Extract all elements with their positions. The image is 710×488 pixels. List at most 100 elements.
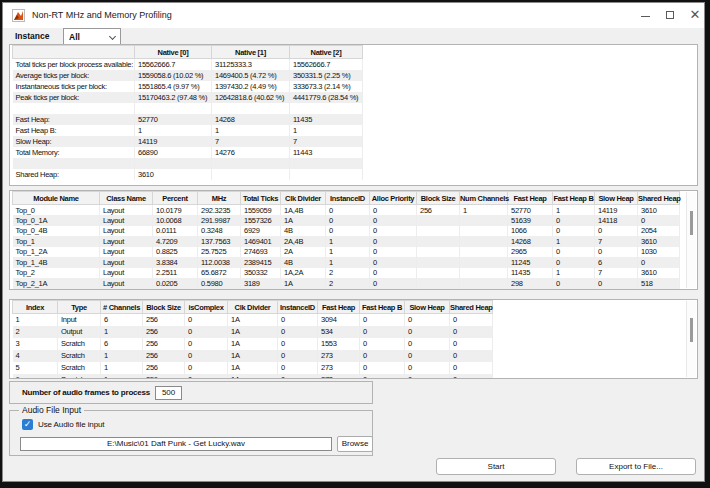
- table-row[interactable]: Fast Heap B:111: [13, 125, 363, 136]
- cell: 0: [370, 278, 417, 289]
- cell: 0: [638, 215, 680, 226]
- cell: Scratch: [58, 374, 101, 380]
- table-row[interactable]: [13, 158, 363, 169]
- column-header: Fast Heap: [318, 301, 360, 314]
- column-header: Clk Divider: [281, 192, 326, 205]
- table-row[interactable]: 3Scratch625601A01553000: [13, 338, 493, 350]
- cell: 1557326: [241, 215, 281, 226]
- cell: [460, 268, 508, 279]
- cell: 0: [278, 338, 318, 350]
- column-header: Clk Divider: [228, 301, 278, 314]
- cell: 7: [595, 236, 638, 247]
- scrollbar-thumb[interactable]: [690, 318, 693, 342]
- cell: Layout: [100, 278, 153, 289]
- cell: 6: [101, 338, 143, 350]
- use-audio-file-checkbox[interactable]: ✓: [22, 419, 33, 430]
- cell: 0: [185, 350, 228, 362]
- cell: 0: [360, 374, 405, 380]
- table-row[interactable]: Shared Heap:3610: [13, 169, 363, 180]
- app-icon: [12, 9, 25, 22]
- column-header: Native [0]: [135, 46, 212, 59]
- cell: Top_2_1A: [13, 278, 100, 289]
- maximize-button[interactable]: [657, 3, 683, 28]
- table-row[interactable]: 1Input625601A03094000: [13, 314, 493, 326]
- table-row[interactable]: Instantaneous ticks per block:1551865.4 …: [13, 81, 363, 92]
- cell: 0: [185, 326, 228, 338]
- table-row[interactable]: Top_0_4BLayout0.01110.324869294B00106600…: [13, 226, 680, 237]
- cell: 0: [370, 236, 417, 247]
- table-row[interactable]: Average ticks per block:1559058.6 (10.02…: [13, 70, 363, 81]
- cell: 1A: [281, 278, 326, 289]
- cell: 1A,2A: [281, 268, 326, 279]
- cell: 2A,4B: [281, 236, 326, 247]
- audio-file-path-input[interactable]: E:\Music\01 Daft Punk - Get Lucky.wav: [20, 437, 332, 451]
- cell: 52770: [135, 114, 212, 125]
- cell: 0: [405, 362, 450, 374]
- cell: 0: [450, 374, 493, 380]
- table-row[interactable]: Top_0Layout10.0179292.323515590591A,4B00…: [13, 205, 680, 216]
- table-row[interactable]: Top_1Layout4.7209137.756314694012A,4B101…: [13, 236, 680, 247]
- cell: 3094: [318, 314, 360, 326]
- table-row[interactable]: 6Scratch125601A0273000: [13, 374, 493, 380]
- table-row[interactable]: 4Scratch125601A0273000: [13, 350, 493, 362]
- cell: 6: [595, 257, 638, 268]
- table-row[interactable]: 5Scratch125601A0273000: [13, 362, 493, 374]
- table-row[interactable]: Slow Heap:1411977: [13, 136, 363, 147]
- table-header-row: Native [0]Native [1]Native [2]: [13, 46, 363, 59]
- start-button[interactable]: Start: [436, 458, 556, 475]
- column-header: Native [2]: [290, 46, 363, 59]
- cell: 1A: [228, 362, 278, 374]
- cell: 0.0111: [153, 226, 198, 237]
- table-row[interactable]: Peak ticks per block:15170463.2 (97.48 %…: [13, 92, 363, 103]
- browse-button[interactable]: Browse: [337, 436, 373, 452]
- table-row[interactable]: Top_2_1ALayout0.02050.598031891A20298005…: [13, 278, 680, 289]
- cell: 1: [326, 236, 370, 247]
- cell: 256: [143, 362, 185, 374]
- cell: 0: [326, 215, 370, 226]
- cell: Output: [58, 326, 101, 338]
- cell: 14268: [212, 114, 290, 125]
- cell: 1: [101, 350, 143, 362]
- column-header: Fast Heap B: [553, 192, 595, 205]
- cell: 1066: [508, 226, 553, 237]
- cell: 0: [370, 247, 417, 258]
- table-row[interactable]: Fast Heap:527701426811435: [13, 114, 363, 125]
- cell: Layout: [100, 226, 153, 237]
- cell: 0.0205: [153, 278, 198, 289]
- cell: 0: [278, 350, 318, 362]
- cell: 274693: [241, 247, 281, 258]
- vertical-scrollbar[interactable]: [686, 192, 696, 288]
- table-row[interactable]: Top_2Layout2.251165.68723503321A,2A20114…: [13, 268, 680, 279]
- cell: Layout: [100, 247, 153, 258]
- table-row[interactable]: Total ticks per block process available:…: [13, 59, 363, 70]
- close-icon: ✕: [690, 7, 701, 22]
- frames-input[interactable]: 500: [155, 386, 182, 400]
- table-row[interactable]: Total Memory:668901427611443: [13, 147, 363, 158]
- cell: [212, 158, 290, 169]
- table-row[interactable]: 2Output125601A0534000: [13, 326, 493, 338]
- cell: Total ticks per block process available:: [13, 59, 135, 70]
- table-row[interactable]: Top_1_2ALayout0.882525.75252746932A10296…: [13, 247, 680, 258]
- cell: 0: [450, 314, 493, 326]
- vertical-scrollbar[interactable]: [686, 301, 696, 377]
- cell: 1: [290, 125, 363, 136]
- cell: Total Memory:: [13, 147, 135, 158]
- close-button[interactable]: ✕: [682, 3, 705, 28]
- cell: 0: [278, 326, 318, 338]
- cell: 52770: [508, 205, 553, 216]
- cell: 0: [405, 338, 450, 350]
- column-header: Alloc Priority: [370, 192, 417, 205]
- scrollbar-thumb[interactable]: [690, 211, 693, 235]
- cell: 15562666.7: [290, 59, 363, 70]
- column-header: Slow Heap: [405, 301, 450, 314]
- column-header: Type: [58, 301, 101, 314]
- export-button[interactable]: Export to File...: [576, 458, 696, 475]
- table-row[interactable]: Top_1_4BLayout3.8384112.003823894154B101…: [13, 257, 680, 268]
- cell: Layout: [100, 236, 153, 247]
- cell: [290, 158, 363, 169]
- table-row[interactable]: Top_0_1ALayout10.0068291.998715573261A00…: [13, 215, 680, 226]
- instance-dropdown[interactable]: All: [63, 28, 121, 45]
- cell: 350332: [241, 268, 281, 279]
- table-row[interactable]: [13, 103, 363, 114]
- minimize-button[interactable]: [632, 3, 658, 28]
